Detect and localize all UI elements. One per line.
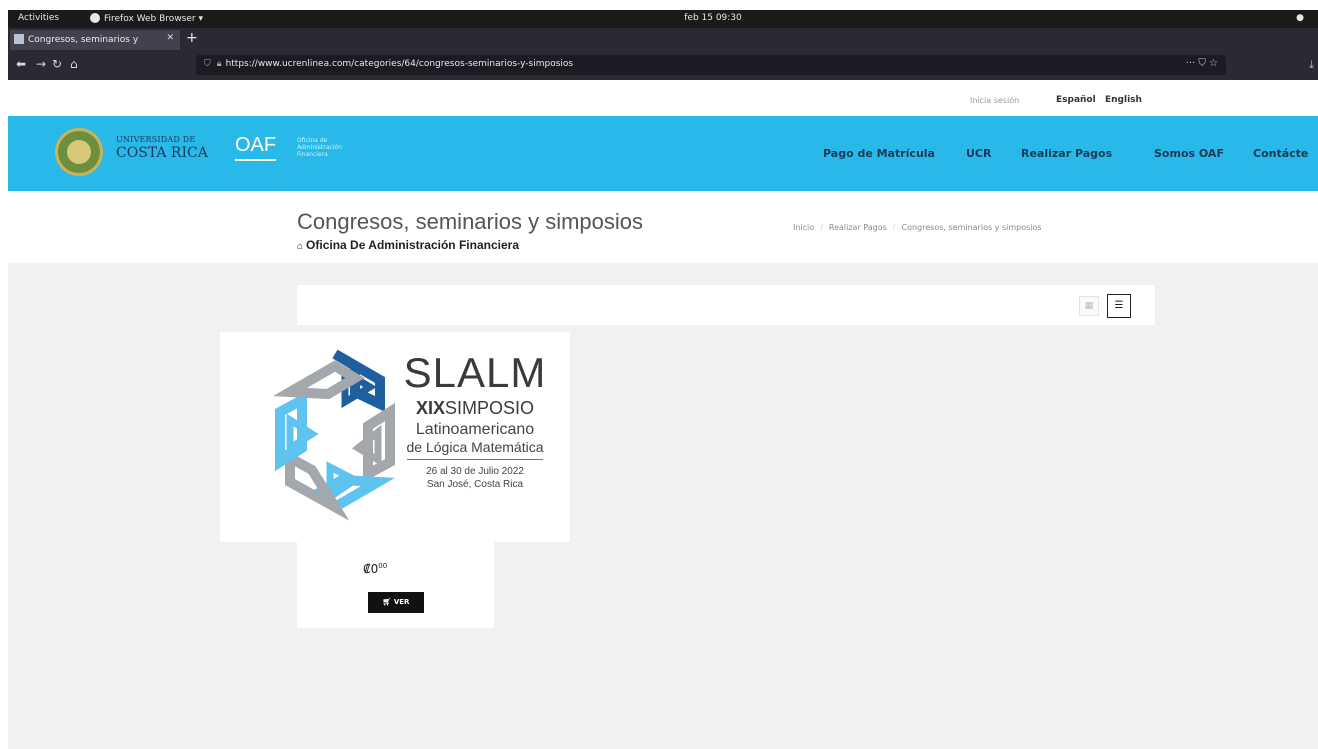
slalm-place: San José, Costa Rica xyxy=(426,478,524,490)
back-icon[interactable]: ⬅ xyxy=(16,57,26,71)
product-toolbar: ▦ ☰ xyxy=(297,285,1155,325)
home-icon[interactable]: ⌂ xyxy=(70,57,78,71)
ver-button[interactable]: 🛒︎ VER xyxy=(368,592,424,613)
nav-ucr[interactable]: UCR xyxy=(966,147,991,160)
oaf-tagline: Oficina de Administración Financiera xyxy=(297,137,342,158)
breadcrumb: Inicio / Realizar Pagos / Congresos, seminar… xyxy=(793,223,1042,232)
product-card: ₡000 🛒︎ VER xyxy=(297,542,494,628)
web-page: Inicia sesión Español English UNIVERSIDA… xyxy=(8,80,1318,749)
download-icon[interactable]: ⤓ xyxy=(1309,58,1314,72)
cart-icon: 🛒︎ xyxy=(382,598,394,606)
url-bar[interactable]: ⛉ 🔒︎ https://www.ucrenlinea.com/categories… xyxy=(196,55,1226,75)
close-tab-icon[interactable]: ✕ xyxy=(166,33,174,43)
product-image[interactable]: SLALM XIXSIMPOSIO Latinoamericano de Lóg… xyxy=(220,332,570,542)
slalm-title: SLALM xyxy=(403,349,547,396)
breadcrumb-inicio[interactable]: Inicio xyxy=(793,223,814,232)
slalm-logo-text: SLALM XIXSIMPOSIO Latinoamericano de Lóg… xyxy=(395,352,555,491)
forward-icon[interactable]: → xyxy=(36,57,46,71)
login-link[interactable]: Inicia sesión xyxy=(970,96,1019,105)
slalm-latinoamericano: Latinoamericano xyxy=(415,420,535,438)
language-bar: Inicia sesión Español English xyxy=(8,80,1318,116)
screen: Activities Firefox Web Browser ▾ feb 15 … xyxy=(0,0,1318,749)
app-menu[interactable]: Firefox Web Browser ▾ xyxy=(90,13,203,24)
spanish-link[interactable]: Español xyxy=(1056,95,1096,105)
home-icon: ⌂ xyxy=(297,241,304,252)
list-view-button[interactable]: ☰ xyxy=(1107,294,1131,318)
slalm-dates: 26 al 30 de Julio 2022 xyxy=(426,465,524,477)
url-text: https://www.ucrenlinea.com/categories/64… xyxy=(225,59,574,69)
tab-strip: Congresos, seminarios y ✕ + xyxy=(8,28,1318,50)
oaf-wordmark: OAF xyxy=(235,134,277,161)
ucr-wordmark[interactable]: UNIVERSIDAD DE COSTA RICA xyxy=(116,136,208,161)
firefox-icon xyxy=(90,13,100,23)
english-link[interactable]: English xyxy=(1105,95,1142,105)
ucr-seal-logo[interactable] xyxy=(55,128,103,176)
browser-tab[interactable]: Congresos, seminarios y ✕ xyxy=(10,30,180,50)
system-tray-icon[interactable]: ● xyxy=(1296,13,1304,23)
new-tab-icon[interactable]: + xyxy=(186,30,198,46)
breadcrumb-current: Congresos, seminarios y simposios xyxy=(901,223,1042,232)
page-title: Congresos, seminarios y simposios xyxy=(297,209,644,234)
site-header: UNIVERSIDAD DE COSTA RICA OAF Oficina de… xyxy=(8,116,1318,191)
nav-contacte[interactable]: Contácte xyxy=(1253,147,1308,160)
grid-view-button[interactable]: ▦ xyxy=(1079,296,1099,316)
nav-realizar-pagos[interactable]: Realizar Pagos xyxy=(1021,147,1112,160)
nav-somos-oaf[interactable]: Somos OAF xyxy=(1154,147,1224,160)
navigation-bar: ⬅ → ↻ ⌂ ⛉ 🔒︎ https://www.ucrenlinea.com/ca… xyxy=(8,50,1318,80)
shield-icon: ⛉ xyxy=(204,59,211,69)
title-band: Congresos, seminarios y simposios ⌂ Ofici… xyxy=(8,191,1318,263)
favicon-icon xyxy=(14,34,24,44)
clock[interactable]: feb 15 09:30 xyxy=(648,13,778,23)
slalm-simposio: XIXSIMPOSIO xyxy=(415,398,535,418)
tab-title: Congresos, seminarios y xyxy=(28,35,139,45)
oaf-logo[interactable]: OAF Oficina de Administración Financiera xyxy=(235,134,342,161)
system-top-bar: Activities Firefox Web Browser ▾ feb 15 … xyxy=(8,10,1318,28)
lock-icon: 🔒︎ xyxy=(216,59,222,69)
product-price: ₡000 xyxy=(363,562,388,576)
activities-button[interactable]: Activities xyxy=(18,13,59,23)
page-subtitle: ⌂ Oficina De Administración Financiera xyxy=(297,238,519,252)
nav-pago-matricula[interactable]: Pago de Matrícula xyxy=(823,147,935,160)
page-actions[interactable]: ··· ⛉ ☆ xyxy=(1186,58,1218,69)
reload-icon[interactable]: ↻ xyxy=(52,57,62,71)
breadcrumb-realizar-pagos[interactable]: Realizar Pagos xyxy=(829,223,887,232)
slalm-logica: de Lógica Matemática xyxy=(406,439,544,460)
app-name: Firefox Web Browser xyxy=(104,14,196,24)
